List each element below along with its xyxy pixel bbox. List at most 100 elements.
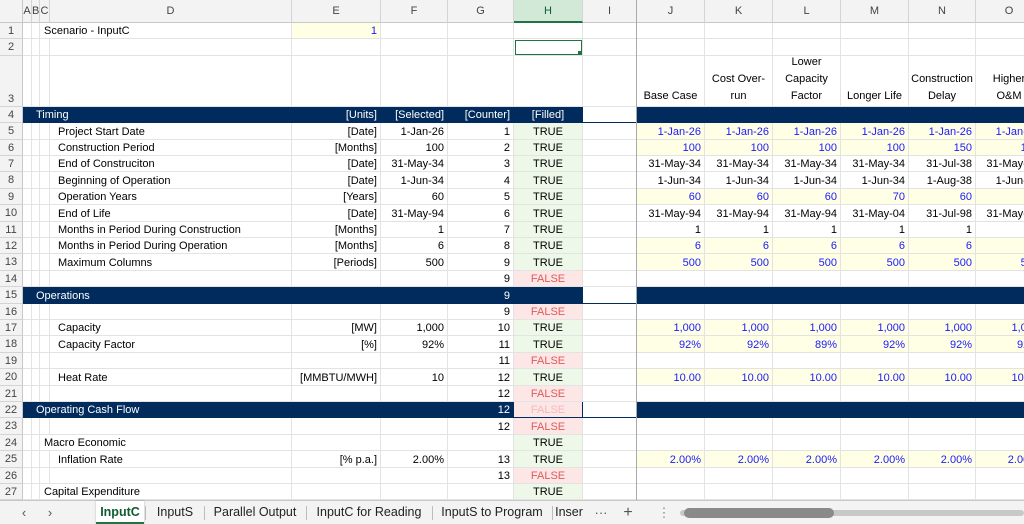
cell-a12[interactable] bbox=[23, 238, 32, 255]
cell-j20[interactable]: 10.00 bbox=[637, 369, 705, 386]
cell-d20[interactable]: Heat Rate bbox=[50, 369, 292, 386]
cell-g6[interactable]: 2 bbox=[448, 139, 514, 156]
cell-f15[interactable] bbox=[381, 287, 448, 304]
cell-n25[interactable]: 2.00% bbox=[909, 451, 976, 468]
sheet-tab-inputs-to-program[interactable]: InputS to Program bbox=[434, 501, 550, 524]
row-header[interactable]: 3 bbox=[0, 55, 23, 107]
cell-k3[interactable]: Cost Over-run bbox=[705, 55, 773, 107]
cell-m15[interactable] bbox=[841, 287, 909, 304]
cell-m14[interactable] bbox=[841, 270, 909, 288]
cell-o27[interactable] bbox=[976, 484, 1024, 500]
cell-g8[interactable]: 4 bbox=[448, 172, 514, 189]
cell-c19[interactable] bbox=[40, 352, 50, 370]
cell-b19[interactable] bbox=[32, 352, 40, 370]
cell-i1[interactable] bbox=[583, 23, 637, 40]
cell-j22[interactable] bbox=[637, 402, 705, 419]
cell-h1[interactable] bbox=[514, 23, 583, 40]
cell-b8[interactable] bbox=[32, 172, 40, 189]
cell-m10[interactable]: 31-May-04 bbox=[841, 205, 909, 222]
cell-a15[interactable] bbox=[23, 287, 32, 304]
cell-e15[interactable] bbox=[292, 287, 381, 304]
cell-f18[interactable]: 92% bbox=[381, 336, 448, 353]
cell-k9[interactable]: 60 bbox=[705, 188, 773, 206]
cell-b3[interactable] bbox=[32, 55, 40, 107]
cell-g22[interactable]: 12 bbox=[448, 402, 514, 419]
cell-l15[interactable] bbox=[773, 287, 841, 304]
cell-l5[interactable]: 1-Jan-26 bbox=[773, 123, 841, 140]
cell-g16[interactable]: 9 bbox=[448, 303, 514, 320]
cell-k6[interactable]: 100 bbox=[705, 139, 773, 156]
cell-c10[interactable] bbox=[40, 205, 50, 222]
cell-e12[interactable]: [Months] bbox=[292, 238, 381, 255]
cell-f10[interactable]: 31-May-94 bbox=[381, 205, 448, 222]
cell-l20[interactable]: 10.00 bbox=[773, 369, 841, 386]
cell-n11[interactable]: 1 bbox=[909, 221, 976, 238]
cell-a17[interactable] bbox=[23, 320, 32, 337]
cell-d9[interactable]: Operation Years bbox=[50, 188, 292, 206]
cell-g4[interactable]: [Counter] bbox=[448, 106, 514, 124]
cell-k20[interactable]: 10.00 bbox=[705, 369, 773, 386]
cell-n6[interactable]: 150 bbox=[909, 139, 976, 156]
cell-j27[interactable] bbox=[637, 484, 705, 500]
cell-j8[interactable]: 1-Jun-34 bbox=[637, 172, 705, 189]
cell-d2[interactable] bbox=[50, 39, 292, 56]
cell-m21[interactable] bbox=[841, 385, 909, 402]
cell-a21[interactable] bbox=[23, 385, 32, 402]
column-header-g[interactable]: G bbox=[448, 0, 514, 23]
cell-c12[interactable] bbox=[40, 238, 50, 255]
cell-m12[interactable]: 6 bbox=[841, 238, 909, 255]
cell-g26[interactable]: 13 bbox=[448, 467, 514, 484]
cell-d10[interactable]: End of Life bbox=[50, 205, 292, 222]
cell-j12[interactable]: 6 bbox=[637, 238, 705, 255]
cell-o12[interactable]: 6 bbox=[976, 238, 1024, 255]
cell-h22[interactable]: FALSE bbox=[514, 402, 583, 419]
cell-a8[interactable] bbox=[23, 172, 32, 189]
cell-g18[interactable]: 11 bbox=[448, 336, 514, 353]
cell-n15[interactable] bbox=[909, 287, 976, 304]
cell-i2[interactable] bbox=[583, 39, 637, 56]
cell-o22[interactable] bbox=[976, 402, 1024, 419]
cell-i13[interactable] bbox=[583, 254, 637, 271]
cell-o19[interactable] bbox=[976, 353, 1024, 370]
cell-o6[interactable]: 100 bbox=[976, 139, 1024, 156]
cell-b7[interactable] bbox=[32, 156, 40, 173]
cell-i21[interactable] bbox=[583, 385, 637, 402]
cell-a26[interactable] bbox=[23, 467, 32, 484]
cell-l16[interactable] bbox=[773, 303, 841, 320]
cell-m8[interactable]: 1-Jun-34 bbox=[841, 172, 909, 189]
cell-l14[interactable] bbox=[773, 270, 841, 288]
cell-h2[interactable] bbox=[514, 39, 583, 56]
cell-g24[interactable] bbox=[448, 434, 514, 452]
cell-o23[interactable] bbox=[976, 418, 1024, 435]
cell-h27[interactable]: TRUE bbox=[514, 484, 583, 500]
cell-l7[interactable]: 31-May-34 bbox=[773, 156, 841, 173]
cell-k25[interactable]: 2.00% bbox=[705, 451, 773, 468]
cell-e5[interactable]: [Date] bbox=[292, 123, 381, 140]
cell-l6[interactable]: 100 bbox=[773, 139, 841, 156]
cell-k24[interactable] bbox=[705, 434, 773, 452]
cell-e3[interactable] bbox=[292, 55, 381, 107]
cell-m7[interactable]: 31-May-34 bbox=[841, 156, 909, 173]
cell-c14[interactable] bbox=[40, 270, 50, 288]
cell-d3[interactable] bbox=[50, 55, 292, 107]
cell-b1[interactable] bbox=[32, 23, 40, 40]
cell-i27[interactable] bbox=[583, 484, 637, 500]
cell-n10[interactable]: 31-Jul-98 bbox=[909, 205, 976, 222]
cell-g21[interactable]: 12 bbox=[448, 385, 514, 402]
cell-i24[interactable] bbox=[583, 434, 637, 452]
row-header[interactable]: 14 bbox=[0, 270, 23, 288]
cell-n1[interactable] bbox=[909, 23, 976, 40]
cell-f8[interactable]: 1-Jun-34 bbox=[381, 172, 448, 189]
cell-f13[interactable]: 500 bbox=[381, 254, 448, 271]
cell-i18[interactable] bbox=[583, 336, 637, 353]
cell-l18[interactable]: 89% bbox=[773, 336, 841, 353]
cell-k26[interactable] bbox=[705, 467, 773, 484]
cell-b13[interactable] bbox=[32, 254, 40, 271]
cell-k14[interactable] bbox=[705, 270, 773, 288]
column-header-k[interactable]: K bbox=[705, 0, 773, 23]
cell-j14[interactable] bbox=[637, 270, 705, 288]
cell-m1[interactable] bbox=[841, 23, 909, 40]
cell-e17[interactable]: [MW] bbox=[292, 320, 381, 337]
cell-e18[interactable]: [%] bbox=[292, 336, 381, 353]
cell-c24[interactable]: Macro Economic bbox=[40, 434, 292, 452]
